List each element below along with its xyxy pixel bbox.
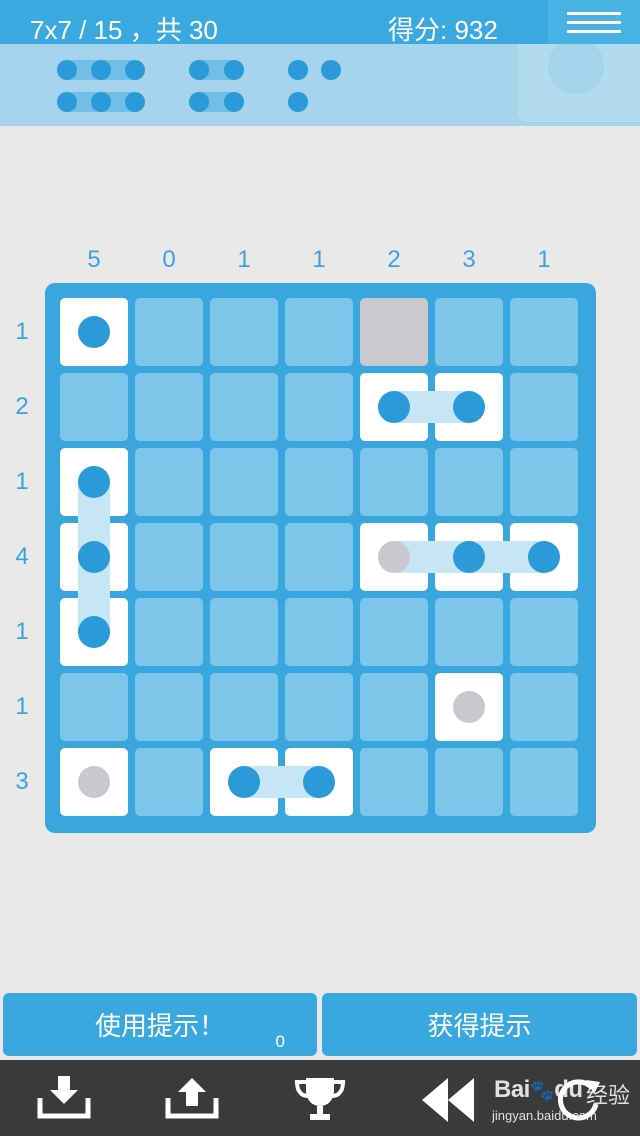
piece-double-1[interactable] <box>189 60 244 80</box>
row-clue: 4 <box>15 543 29 570</box>
board-cell[interactable] <box>285 523 353 591</box>
ship-disc <box>378 391 410 423</box>
column-clue: 0 <box>162 246 176 273</box>
use-hint-label: 使用提示！ <box>94 1011 225 1041</box>
rewind-icon[interactable] <box>420 1078 476 1127</box>
pieces-panel <box>0 44 640 126</box>
get-hint-label: 获得提示 <box>427 1011 532 1041</box>
trophy-icon[interactable] <box>294 1076 346 1127</box>
row-clue: 2 <box>15 393 29 420</box>
water-marker <box>453 691 485 723</box>
column-clue: 1 <box>537 246 551 273</box>
board-cell[interactable] <box>510 748 578 816</box>
ship-disc <box>78 316 110 348</box>
get-hint-button[interactable]: 获得提示 <box>322 993 637 1056</box>
board-cell[interactable] <box>285 673 353 741</box>
board-cell[interactable] <box>135 748 203 816</box>
menu-button[interactable] <box>548 0 640 44</box>
board-cell[interactable] <box>360 448 428 516</box>
board-cell[interactable] <box>510 598 578 666</box>
board-cell[interactable] <box>360 673 428 741</box>
piece-single-2[interactable] <box>321 60 341 80</box>
download-icon[interactable] <box>36 1076 92 1125</box>
use-hint-button[interactable]: 使用提示！ 0 <box>3 993 317 1056</box>
ship-disc <box>78 616 110 648</box>
board-cell[interactable] <box>135 673 203 741</box>
row-clue: 3 <box>15 768 29 795</box>
board-cell[interactable] <box>360 298 428 366</box>
column-clue: 2 <box>387 246 401 273</box>
ship-disc <box>453 541 485 573</box>
board-cell[interactable] <box>135 448 203 516</box>
baidu-watermark: Bai🐾du 经验 jingyan.baidu.com <box>492 1076 631 1123</box>
ship-disc <box>528 541 560 573</box>
ship-disc <box>228 766 260 798</box>
row-clue: 1 <box>15 468 29 495</box>
ship-disc <box>78 466 110 498</box>
upload-icon[interactable] <box>164 1076 220 1125</box>
row-clue: 1 <box>15 618 29 645</box>
level-indicator: 7x7 / 15 ，共 30 <box>30 15 218 45</box>
board-cell[interactable] <box>135 523 203 591</box>
board-cell[interactable] <box>435 298 503 366</box>
board-cell[interactable] <box>285 298 353 366</box>
board-cell[interactable] <box>135 373 203 441</box>
piece-triple-1[interactable] <box>57 60 145 80</box>
board-cell[interactable] <box>60 673 128 741</box>
board-cell[interactable] <box>210 673 278 741</box>
board-cell[interactable] <box>360 598 428 666</box>
board-cell[interactable] <box>510 448 578 516</box>
board-cell[interactable] <box>60 373 128 441</box>
piece-single-3[interactable] <box>288 92 308 112</box>
column-clue: 5 <box>87 246 101 273</box>
piece-single-1[interactable] <box>288 60 308 80</box>
game-board <box>45 283 596 833</box>
board-cell[interactable] <box>285 373 353 441</box>
water-marker <box>378 541 410 573</box>
board-cell[interactable] <box>210 448 278 516</box>
ship-disc <box>453 391 485 423</box>
ship-disc <box>78 541 110 573</box>
board-cell[interactable] <box>210 373 278 441</box>
row-clue: 1 <box>15 693 29 720</box>
board-cell[interactable] <box>210 598 278 666</box>
board-cell[interactable] <box>210 523 278 591</box>
board-cell[interactable] <box>510 673 578 741</box>
board-cell[interactable] <box>135 298 203 366</box>
board-cell[interactable] <box>135 598 203 666</box>
board-cell[interactable] <box>435 448 503 516</box>
top-bar: 7x7 / 15 ，共 30 得分: 932 <box>0 0 640 45</box>
water-marker <box>78 766 110 798</box>
hamburger-icon <box>567 11 621 15</box>
board-cell[interactable] <box>360 748 428 816</box>
board-cell[interactable] <box>210 298 278 366</box>
column-clue: 3 <box>462 246 476 273</box>
board-cell[interactable] <box>510 373 578 441</box>
board-cell[interactable] <box>435 748 503 816</box>
hint-count: 0 <box>275 1032 285 1051</box>
board-cell[interactable] <box>285 598 353 666</box>
column-clue: 1 <box>312 246 326 273</box>
board-cell[interactable] <box>435 598 503 666</box>
piece-triple-2[interactable] <box>57 92 145 112</box>
row-clue: 1 <box>15 318 29 345</box>
piece-double-2[interactable] <box>189 92 244 112</box>
column-clue: 1 <box>237 246 251 273</box>
ship-disc <box>303 766 335 798</box>
board-cell[interactable] <box>510 298 578 366</box>
score-display: 得分: 932 <box>388 15 498 45</box>
corner-tile <box>518 44 640 122</box>
board-cell[interactable] <box>285 448 353 516</box>
